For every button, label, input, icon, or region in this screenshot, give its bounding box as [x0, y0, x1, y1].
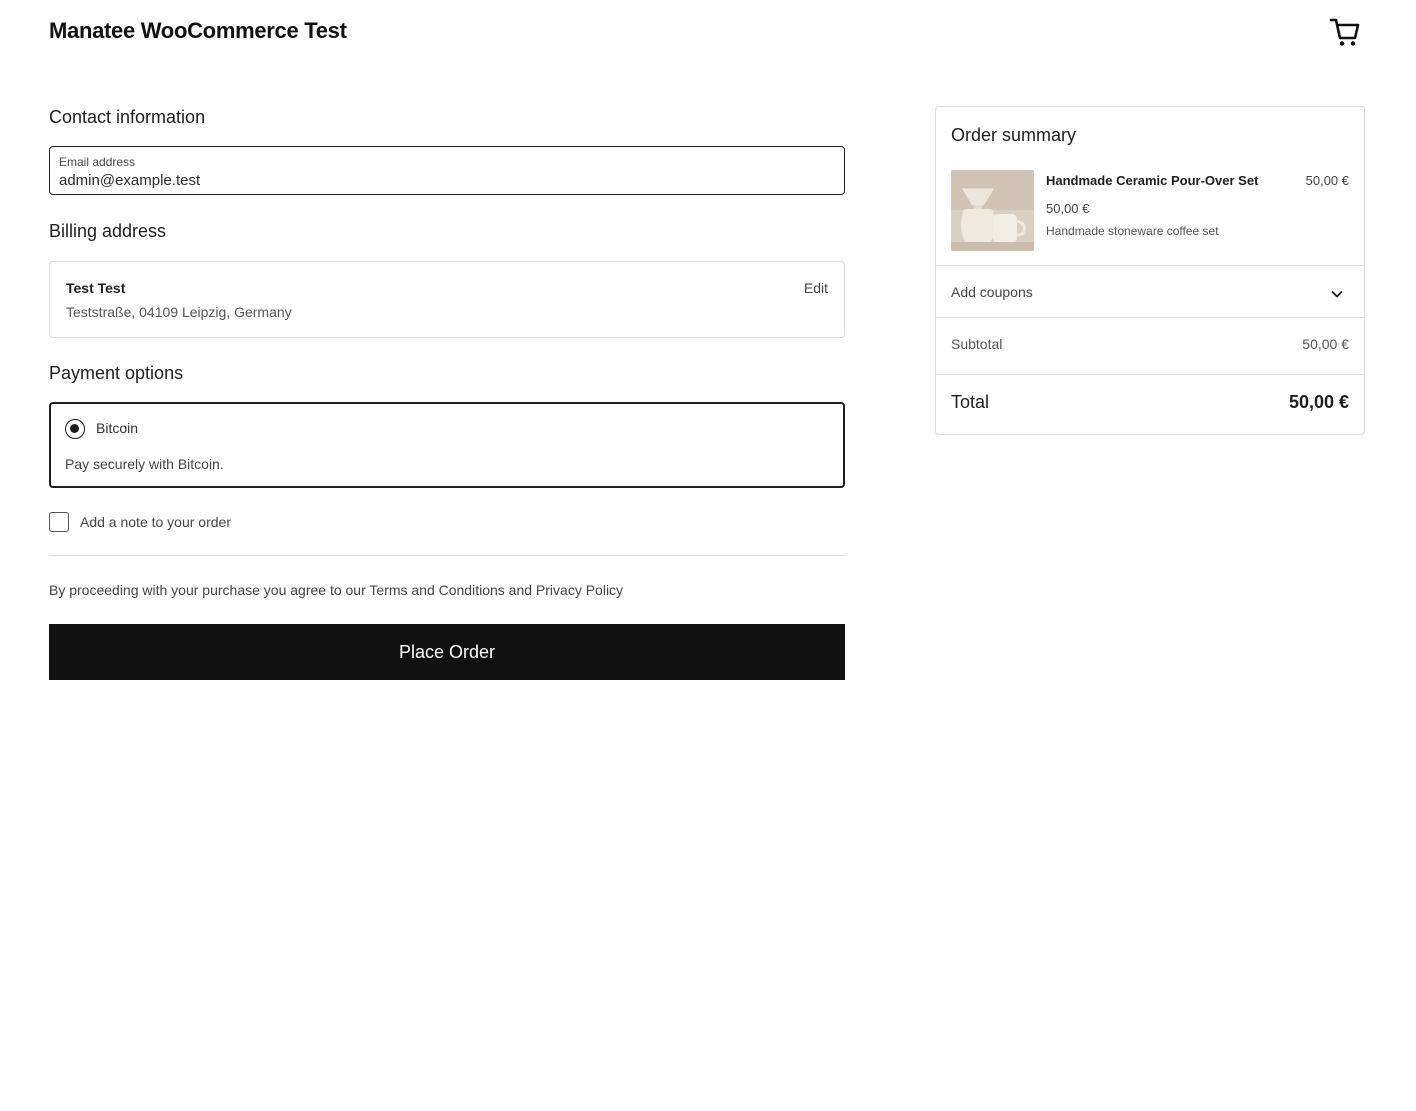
billing-name: Test Test — [66, 280, 126, 296]
payment-method-label[interactable]: Bitcoin — [96, 420, 138, 436]
product-thumbnail — [951, 170, 1034, 251]
email-label: Email address — [59, 155, 136, 169]
payment-section-title: Payment options — [49, 363, 184, 383]
product-line-total: 50,00 € — [1305, 173, 1349, 188]
billing-address-line: Teststraße, 04109 Leipzig, Germany — [66, 304, 292, 320]
place-order-button[interactable]: Place Order — [49, 624, 845, 680]
terms-text: By proceeding with your purchase you agr… — [49, 582, 624, 598]
contact-section-title: Contact information — [49, 107, 206, 127]
total-value: 50,00 € — [1288, 392, 1349, 412]
order-summary-title: Order summary — [951, 125, 1077, 145]
total-label: Total — [951, 392, 990, 412]
add-coupons-toggle[interactable]: Add coupons — [951, 284, 1033, 300]
chevron-down-icon[interactable] — [1330, 287, 1344, 301]
order-summary: Order summary Handmade Ceramic Pour-Over… — [935, 106, 1365, 435]
edit-address-button[interactable]: Edit — [804, 280, 828, 296]
summary-divider — [936, 374, 1364, 375]
summary-divider — [936, 265, 1364, 266]
product-unit-price: 50,00 € — [1046, 201, 1090, 216]
product-name: Handmade Ceramic Pour-Over Set — [1046, 173, 1259, 188]
subtotal-label: Subtotal — [951, 336, 1003, 352]
divider — [49, 555, 845, 556]
order-note-checkbox[interactable] — [49, 512, 69, 532]
bitcoin-radio[interactable] — [65, 419, 85, 439]
summary-divider — [936, 317, 1364, 318]
site-title[interactable]: Manatee WooCommerce Test — [49, 18, 347, 44]
email-field[interactable]: Email address — [49, 146, 845, 195]
cart-icon[interactable] — [1328, 15, 1362, 49]
product-description: Handmade stoneware coffee set — [1046, 224, 1219, 238]
payment-description: Pay securely with Bitcoin. — [65, 456, 224, 472]
payment-option-bitcoin[interactable]: Bitcoin Pay securely with Bitcoin. — [49, 402, 845, 488]
order-note-label[interactable]: Add a note to your order — [80, 514, 231, 530]
billing-address-card: Test Test Teststraße, 04109 Leipzig, Ger… — [49, 261, 845, 338]
email-input[interactable] — [59, 170, 819, 190]
subtotal-value: 50,00 € — [1302, 336, 1349, 352]
billing-section-title: Billing address — [49, 221, 167, 241]
